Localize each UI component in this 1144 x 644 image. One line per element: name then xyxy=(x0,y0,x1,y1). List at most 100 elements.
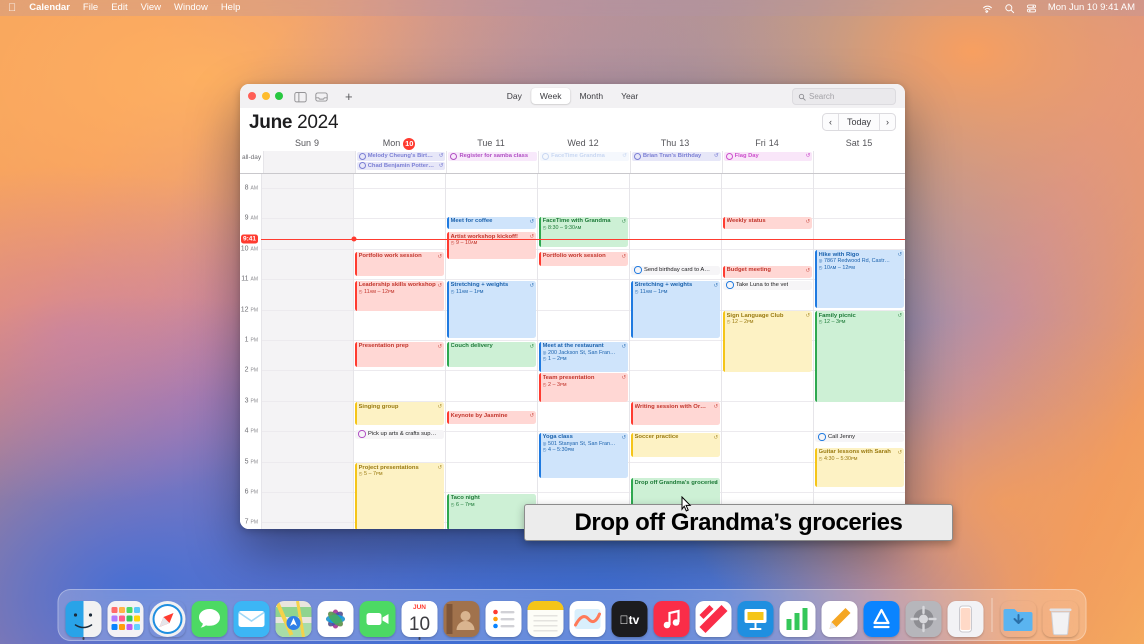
calendar-event[interactable]: Couch delivery ↺ xyxy=(447,341,536,368)
inbox-icon[interactable] xyxy=(315,90,328,102)
tab-month[interactable]: Month xyxy=(570,88,612,104)
day-header-sun[interactable]: Sun 9 xyxy=(261,136,353,151)
calendar-event[interactable]: Hike with Rigo ◎ 7867 Redwood Rd, Castr… ◴ 1… xyxy=(815,250,904,309)
apple-menu-icon[interactable]:  xyxy=(8,0,16,16)
calendar-event[interactable]: Keynote by Jasmine ↺ xyxy=(447,411,536,424)
day-header-thu[interactable]: Thu 13 xyxy=(629,136,721,151)
launchpad-icon[interactable] xyxy=(107,601,144,637)
day-column-mon[interactable]: Portfolio work session ↺ Leadership skills… xyxy=(353,174,445,529)
apple-tv-icon[interactable]: tv xyxy=(611,601,648,637)
all-day-column-0[interactable] xyxy=(263,151,355,173)
dock-item-pages[interactable] xyxy=(821,601,858,637)
news-icon[interactable] xyxy=(695,601,732,637)
dock-item-downloads[interactable] xyxy=(1001,601,1037,637)
reminder-item[interactable]: Call Jenny xyxy=(815,432,904,442)
dock-item-mail[interactable] xyxy=(233,601,270,637)
search-input[interactable]: Search xyxy=(792,88,896,105)
all-day-column-4[interactable]: Brian Tran's Birthday ↺ xyxy=(629,151,722,173)
dock-item-maps[interactable] xyxy=(275,601,312,637)
all-day-event[interactable]: FaceTime Grandma ↺ xyxy=(540,152,629,161)
calendar-event[interactable]: Singing group ↺ xyxy=(355,402,444,426)
dock-item-photos[interactable] xyxy=(317,601,354,637)
day-column-tue[interactable]: Meet for coffee ↺ Artist workshop kickoff!… xyxy=(445,174,537,529)
dock-item-calendar[interactable]: JUN 10 xyxy=(401,601,438,640)
dock-item-facetime[interactable] xyxy=(359,601,396,637)
system-settings-icon[interactable] xyxy=(905,601,942,637)
reminders-icon[interactable] xyxy=(485,601,522,637)
day-column-sat[interactable]: Hike with Rigo ◎ 7867 Redwood Rd, Castr… ◴ 1… xyxy=(813,174,905,529)
dock-item-messages[interactable] xyxy=(191,601,228,637)
week-grid[interactable]: 8 AM 9 AM 10 AM 11 AM 12 PM 1 PM 2 PM 3 PM 4 PM 5… xyxy=(240,174,905,529)
menubar-clock[interactable]: Mon Jun 10 9:41 AM xyxy=(1048,0,1135,16)
keynote-icon[interactable] xyxy=(737,601,774,637)
dock-item-system-settings[interactable] xyxy=(905,601,942,637)
dock-item-freeform[interactable] xyxy=(569,601,606,637)
menu-item-file[interactable]: File xyxy=(83,0,98,16)
calendar-event[interactable]: Project presentations ◴ 5 – 7ᴘᴍ ↺ xyxy=(355,463,444,529)
all-day-column-6[interactable] xyxy=(813,151,905,173)
all-day-event[interactable]: Brian Tran's Birthday ↺ xyxy=(631,152,721,161)
calendar-event[interactable]: Guitar lessons with Sarah ◴ 4:30 – 5:30ᴘᴍ ↺ xyxy=(815,447,904,488)
calendar-event[interactable]: Artist workshop kickoff! ◴ 9 – 10ᴀᴍ ↺ xyxy=(447,232,536,260)
calendar-event[interactable]: Portfolio work session ↺ xyxy=(355,251,444,277)
facetime-icon[interactable] xyxy=(359,601,396,637)
dock-item-apple-tv[interactable]: tv xyxy=(611,601,648,637)
calendar-event[interactable]: Writing session with Or… ↺ xyxy=(631,402,720,426)
next-week-button[interactable]: › xyxy=(880,114,895,130)
tab-year[interactable]: Year xyxy=(612,88,647,104)
menu-item-calendar[interactable]: Calendar xyxy=(29,0,70,16)
menu-item-window[interactable]: Window xyxy=(174,0,208,16)
downloads-icon[interactable] xyxy=(1001,601,1037,637)
today-button[interactable]: Today xyxy=(837,114,880,130)
finder-icon[interactable] xyxy=(65,601,102,637)
dock-item-trash[interactable] xyxy=(1043,601,1079,637)
all-day-event[interactable]: Chad Benjamin Potter… ↺ xyxy=(356,161,446,170)
app-store-icon[interactable] xyxy=(863,601,900,637)
dock-item-iphone-mirroring[interactable] xyxy=(947,601,984,637)
day-column-thu[interactable]: Send birthday card to A… Stretching + wei… xyxy=(629,174,721,529)
freeform-icon[interactable] xyxy=(569,601,606,637)
all-day-column-3[interactable]: FaceTime Grandma ↺ xyxy=(538,151,630,173)
search-icon[interactable] xyxy=(1004,3,1015,14)
control-center-icon[interactable] xyxy=(1026,3,1037,14)
calendar-event[interactable]: Portfolio work session ↺ xyxy=(539,251,628,266)
day-header-fri[interactable]: Fri 14 xyxy=(721,136,813,151)
numbers-icon[interactable] xyxy=(779,601,816,637)
menu-item-edit[interactable]: Edit xyxy=(111,0,127,16)
dock-item-keynote[interactable] xyxy=(737,601,774,637)
tab-day[interactable]: Day xyxy=(498,88,531,104)
all-day-event[interactable]: Register for samba class xyxy=(448,152,538,161)
calendar-icon[interactable]: JUN 10 xyxy=(401,601,438,637)
tab-week[interactable]: Week xyxy=(530,88,571,104)
calendar-event[interactable]: Soccer practice ↺ xyxy=(631,432,720,458)
checkbox-circle-icon[interactable] xyxy=(726,281,734,289)
calendar-event[interactable]: Stretching + weights ◴ 11ᴀᴍ – 1ᴘᴍ ↺ xyxy=(447,280,536,339)
music-icon[interactable] xyxy=(653,601,690,637)
calendar-event[interactable]: Yoga class ◎ 501 Stanyan St, San Fran… ◴ 4 –… xyxy=(539,432,628,479)
dock-item-safari[interactable] xyxy=(149,601,186,637)
checkbox-circle-icon[interactable] xyxy=(634,266,642,274)
contacts-icon[interactable] xyxy=(443,601,480,637)
trash-icon[interactable] xyxy=(1043,601,1079,637)
minimize-button[interactable] xyxy=(261,92,270,100)
close-button[interactable] xyxy=(248,92,256,100)
all-day-column-5[interactable]: Flag Day ↺ xyxy=(721,151,814,173)
calendar-event[interactable]: Weekly status ↺ xyxy=(723,216,812,230)
window-controls[interactable] xyxy=(240,92,283,100)
day-column-wed[interactable]: FaceTime with Grandma ◴ 8:30 – 9:30ᴀᴍ ↺ Port… xyxy=(537,174,629,529)
day-column-sun[interactable] xyxy=(261,174,353,529)
wifi-icon[interactable] xyxy=(982,3,993,14)
notes-icon[interactable] xyxy=(527,601,564,637)
calendar-event[interactable]: Presentation prep ↺ xyxy=(355,341,444,368)
calendar-sidebar-icon[interactable] xyxy=(294,90,307,103)
day-header-tue[interactable]: Tue 11 xyxy=(445,136,537,151)
dock-item-music[interactable] xyxy=(653,601,690,637)
dock-item-notes[interactable] xyxy=(527,601,564,637)
calendar-event[interactable]: Family picnic ◴ 12 – 3ᴘᴍ ↺ xyxy=(815,311,904,403)
day-header-wed[interactable]: Wed 12 xyxy=(537,136,629,151)
calendar-event[interactable]: Team presentation ◴ 2 – 3ᴘᴍ ↺ xyxy=(539,373,628,403)
all-day-column-2[interactable]: Register for samba class xyxy=(446,151,538,173)
day-header-sat[interactable]: Sat 15 xyxy=(813,136,905,151)
all-day-event[interactable]: Melody Cheung's Birt… ↺ xyxy=(356,152,446,161)
calendar-event[interactable]: Sign Language Club ◴ 12 – 2ᴘᴍ ↺ xyxy=(723,311,812,372)
